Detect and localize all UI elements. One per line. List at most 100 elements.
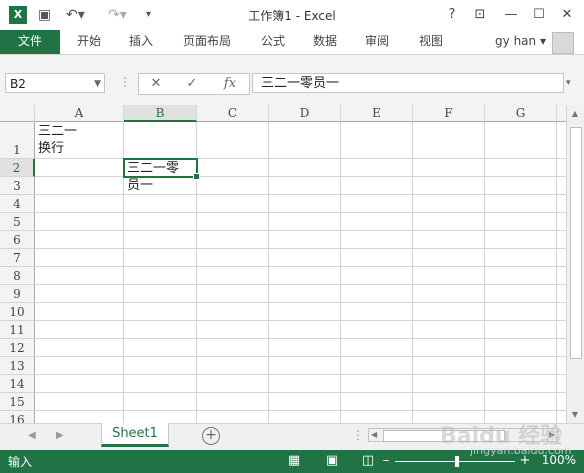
cell[interactable] bbox=[269, 339, 341, 357]
scroll-down-icon[interactable]: ▼ bbox=[567, 410, 583, 419]
row-header-10[interactable]: 10 bbox=[0, 303, 35, 321]
cell[interactable] bbox=[124, 249, 197, 267]
cell[interactable] bbox=[35, 213, 124, 231]
avatar[interactable] bbox=[552, 32, 574, 54]
cell[interactable] bbox=[197, 213, 269, 231]
cell[interactable] bbox=[413, 339, 485, 357]
normal-view-icon[interactable]: ▦ bbox=[286, 453, 302, 469]
row-header-2[interactable]: 2 bbox=[0, 159, 35, 177]
cell[interactable] bbox=[197, 249, 269, 267]
cell[interactable] bbox=[269, 195, 341, 213]
cell[interactable] bbox=[341, 357, 413, 375]
tab-review[interactable]: 审阅 bbox=[356, 30, 398, 54]
cell[interactable] bbox=[413, 249, 485, 267]
cell[interactable] bbox=[197, 231, 269, 249]
column-header-f[interactable]: F bbox=[413, 105, 485, 122]
cell[interactable] bbox=[35, 159, 124, 177]
cell[interactable] bbox=[124, 411, 197, 423]
close-icon[interactable]: ✕ bbox=[556, 5, 578, 25]
worksheet-grid[interactable]: A B C D E F G 1 2 3 4 5 6 7 8 9 10 11 12 13 14 15 16 三二… bbox=[0, 105, 566, 423]
cell[interactable] bbox=[269, 231, 341, 249]
select-all-corner[interactable] bbox=[0, 105, 35, 122]
cell[interactable] bbox=[197, 303, 269, 321]
cell[interactable] bbox=[485, 375, 557, 393]
row-header-14[interactable]: 14 bbox=[0, 375, 35, 393]
cell[interactable] bbox=[35, 339, 124, 357]
tab-file[interactable]: 文件 bbox=[0, 30, 60, 54]
column-header-c[interactable]: C bbox=[197, 105, 269, 122]
cell[interactable] bbox=[35, 249, 124, 267]
cell[interactable] bbox=[269, 393, 341, 411]
cell[interactable] bbox=[269, 357, 341, 375]
cell[interactable] bbox=[124, 375, 197, 393]
cell[interactable] bbox=[557, 375, 566, 393]
cell[interactable] bbox=[485, 393, 557, 411]
tab-formulas[interactable]: 公式 bbox=[252, 30, 294, 54]
minimize-icon[interactable]: — bbox=[500, 5, 522, 25]
cell[interactable] bbox=[413, 231, 485, 249]
cell[interactable] bbox=[197, 411, 269, 423]
cell[interactable] bbox=[557, 267, 566, 285]
name-box[interactable]: B2 ▼ bbox=[5, 73, 105, 93]
cell[interactable] bbox=[35, 321, 124, 339]
cell[interactable] bbox=[197, 357, 269, 375]
cell[interactable] bbox=[124, 195, 197, 213]
cell[interactable] bbox=[35, 177, 124, 195]
cell[interactable] bbox=[269, 285, 341, 303]
cell[interactable] bbox=[485, 195, 557, 213]
cell[interactable] bbox=[341, 195, 413, 213]
cell[interactable] bbox=[557, 122, 566, 159]
cell[interactable] bbox=[341, 177, 413, 195]
cell[interactable] bbox=[197, 393, 269, 411]
cell[interactable] bbox=[341, 321, 413, 339]
row-header-8[interactable]: 8 bbox=[0, 267, 35, 285]
cell[interactable] bbox=[413, 159, 485, 177]
tab-home[interactable]: 开始 bbox=[68, 30, 110, 54]
cell[interactable] bbox=[197, 321, 269, 339]
page-break-view-icon[interactable]: ◫ bbox=[360, 453, 376, 469]
cell[interactable] bbox=[341, 411, 413, 423]
tab-sheet1[interactable]: Sheet1 bbox=[101, 423, 169, 447]
sheet-prev-icon[interactable]: ◀ bbox=[28, 430, 36, 441]
column-header-h[interactable] bbox=[557, 105, 566, 122]
cell[interactable] bbox=[485, 303, 557, 321]
column-header-a[interactable]: A bbox=[35, 105, 124, 122]
vertical-scrollbar[interactable]: ▲ ▼ bbox=[566, 105, 584, 423]
row-header-13[interactable]: 13 bbox=[0, 357, 35, 375]
cell[interactable] bbox=[557, 249, 566, 267]
cell[interactable] bbox=[35, 303, 124, 321]
cell[interactable] bbox=[269, 375, 341, 393]
cell[interactable] bbox=[341, 393, 413, 411]
cell[interactable] bbox=[413, 285, 485, 303]
cell[interactable] bbox=[413, 303, 485, 321]
row-header-6[interactable]: 6 bbox=[0, 231, 35, 249]
row-header-1[interactable]: 1 bbox=[0, 122, 35, 159]
tab-split-grip-icon[interactable]: ⋮ bbox=[352, 428, 364, 442]
tab-data[interactable]: 数据 bbox=[304, 30, 346, 54]
column-header-d[interactable]: D bbox=[269, 105, 341, 122]
cell[interactable] bbox=[124, 321, 197, 339]
cell[interactable] bbox=[485, 267, 557, 285]
cell[interactable] bbox=[124, 285, 197, 303]
row-header-12[interactable]: 12 bbox=[0, 339, 35, 357]
page-layout-view-icon[interactable]: ▣ bbox=[324, 453, 340, 469]
cell[interactable] bbox=[413, 375, 485, 393]
scroll-up-icon[interactable]: ▲ bbox=[567, 109, 583, 118]
cell[interactable] bbox=[341, 159, 413, 177]
cell[interactable] bbox=[413, 122, 485, 159]
cell[interactable] bbox=[124, 393, 197, 411]
cell-b2[interactable]: 三二一零 员一 bbox=[124, 159, 197, 193]
cell[interactable] bbox=[269, 213, 341, 231]
tab-page-layout[interactable]: 页面布局 bbox=[176, 30, 238, 54]
cell[interactable] bbox=[413, 357, 485, 375]
cell[interactable] bbox=[557, 177, 566, 195]
cell[interactable] bbox=[197, 285, 269, 303]
cell[interactable] bbox=[413, 177, 485, 195]
expand-formula-bar-icon[interactable]: ▾ bbox=[566, 73, 578, 93]
zoom-out-icon[interactable]: – bbox=[378, 453, 394, 469]
cell[interactable] bbox=[124, 231, 197, 249]
cell[interactable] bbox=[124, 213, 197, 231]
cell[interactable] bbox=[485, 249, 557, 267]
cell[interactable] bbox=[124, 267, 197, 285]
cell[interactable] bbox=[341, 285, 413, 303]
